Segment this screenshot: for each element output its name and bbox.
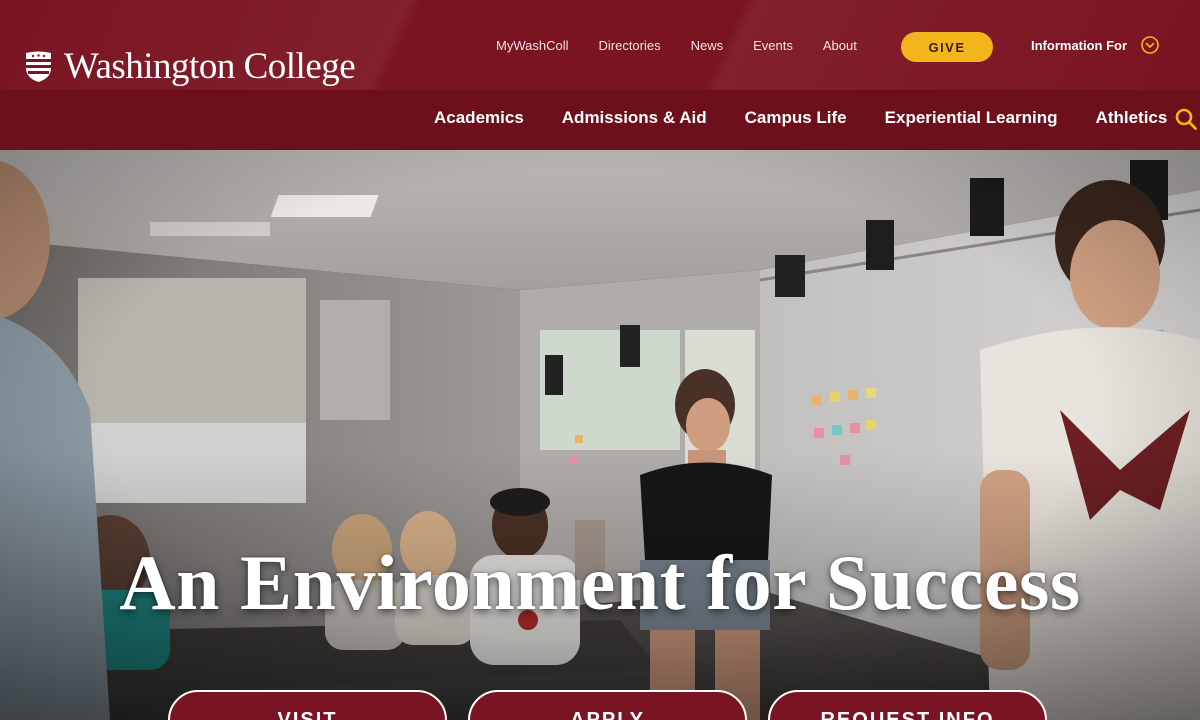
- utility-link-events[interactable]: Events: [753, 38, 793, 53]
- utility-link-mywashcoll[interactable]: MyWashColl: [496, 38, 568, 53]
- site-name: Washington College: [64, 46, 356, 87]
- information-for-label: Information For: [1031, 37, 1128, 53]
- utility-link-directories[interactable]: Directories: [598, 38, 660, 53]
- information-for-dropdown[interactable]: Information For: [1031, 36, 1159, 54]
- apply-button[interactable]: APPLY: [468, 690, 747, 720]
- visit-button[interactable]: VISIT: [168, 690, 447, 720]
- request-info-button[interactable]: REQUEST INFO: [768, 690, 1047, 720]
- nav-item-admissions-aid[interactable]: Admissions & Aid: [562, 108, 707, 128]
- hero-title: An Environment for Success: [119, 539, 1081, 626]
- chevron-down-circle-icon: [1141, 36, 1159, 54]
- site-header: Washington College MyWashColl Directorie…: [0, 0, 1200, 150]
- hero-section: An Environment for Success VISIT APPLY R…: [0, 150, 1200, 720]
- site-logo[interactable]: Washington College: [25, 46, 356, 87]
- give-button[interactable]: GIVE: [901, 32, 993, 62]
- search-icon[interactable]: [1175, 108, 1197, 130]
- nav-item-academics[interactable]: Academics: [434, 108, 524, 128]
- utility-link-news[interactable]: News: [691, 38, 724, 53]
- shield-icon: [26, 51, 51, 82]
- hero-cta-row: VISIT APPLY REQUEST INFO: [168, 690, 1047, 720]
- nav-item-athletics[interactable]: Athletics: [1096, 108, 1168, 128]
- hero-classroom-photo: [0, 150, 1200, 720]
- utility-links: MyWashColl Directories News Events About: [496, 38, 887, 53]
- utility-link-about[interactable]: About: [823, 38, 857, 53]
- main-nav: Academics Admissions & Aid Campus Life E…: [434, 108, 1200, 128]
- nav-item-campus-life[interactable]: Campus Life: [745, 108, 847, 128]
- nav-item-experiential-learning[interactable]: Experiential Learning: [885, 108, 1058, 128]
